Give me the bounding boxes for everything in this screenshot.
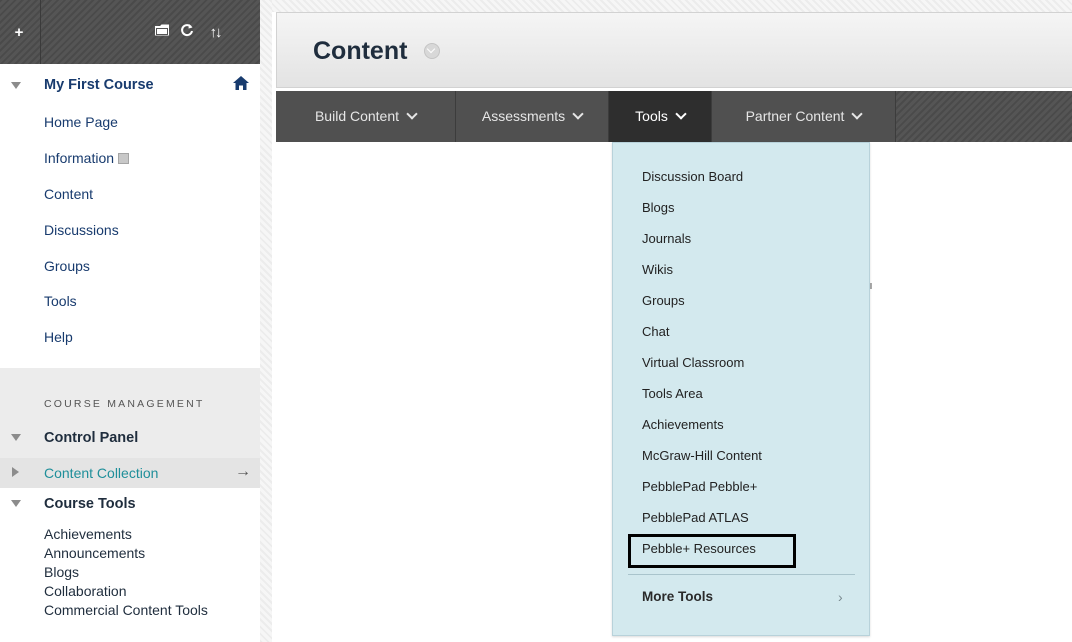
dropdown-item-blogs[interactable]: Blogs (642, 200, 675, 215)
tab-label: Partner Content (745, 108, 845, 124)
dropdown-item-tools-area[interactable]: Tools Area (642, 386, 703, 401)
chevron-down-icon (675, 108, 687, 120)
collapse-triangle-icon[interactable] (11, 434, 21, 441)
menu-item-information-label: Information (44, 150, 115, 166)
menu-resize-edge[interactable] (260, 0, 272, 642)
course-tools-label[interactable]: Course Tools (44, 496, 136, 512)
course-title-row[interactable]: My First Course (0, 70, 260, 100)
dropdown-item-pebblepad-atlas[interactable]: PebblePad ATLAS (642, 510, 749, 525)
course-tool-item[interactable]: Blogs (44, 564, 79, 580)
tab-assessments[interactable]: Assessments (456, 91, 609, 142)
course-tools-section: Course Tools Achievements Announcements … (0, 490, 260, 642)
menu-item-content[interactable]: Content (44, 186, 93, 202)
menu-item-information[interactable]: Information (44, 150, 130, 166)
dropdown-item-journals[interactable]: Journals (642, 231, 691, 246)
add-menu-item-button[interactable]: + (8, 22, 30, 44)
control-panel-label[interactable]: Control Panel (44, 430, 138, 446)
empty-content-icon (118, 153, 130, 164)
toolbar-divider (40, 0, 41, 64)
dropdown-item-wikis[interactable]: Wikis (642, 262, 673, 277)
tab-partner-content[interactable]: Partner Content (712, 91, 896, 142)
chevron-down-icon (406, 108, 418, 120)
chevron-down-icon (572, 108, 584, 120)
collapse-triangle-icon[interactable] (11, 500, 21, 507)
tab-label: Tools (635, 108, 668, 124)
dropdown-item-groups[interactable]: Groups (642, 293, 685, 308)
home-icon[interactable] (232, 74, 250, 92)
course-management-panel: COURSE MANAGEMENT Control Panel Content … (0, 368, 260, 488)
page-title: Content (313, 37, 408, 65)
course-management-heading: COURSE MANAGEMENT (44, 398, 205, 410)
course-tool-item[interactable]: Commercial Content Tools (44, 602, 208, 618)
main-top-strip (272, 0, 1072, 12)
dropdown-item-pebblepad-pebble[interactable]: PebblePad Pebble+ (642, 479, 757, 494)
course-tool-item[interactable]: Collaboration (44, 583, 127, 599)
background-fragment (870, 283, 872, 289)
dropdown-divider (628, 574, 855, 575)
dropdown-item-virtual-classroom[interactable]: Virtual Classroom (642, 355, 744, 370)
tab-build-content[interactable]: Build Content (276, 91, 456, 142)
tools-dropdown-menu: Discussion Board Blogs Journals Wikis Gr… (612, 142, 870, 636)
course-tool-item[interactable]: Achievements (44, 526, 132, 542)
sort-icon[interactable]: ↑↓ (204, 22, 226, 44)
page-options-chevron-icon[interactable] (424, 43, 440, 59)
more-tools-item[interactable]: More Tools (642, 589, 713, 604)
course-menu-toolbar: + ↑↓ (0, 0, 260, 64)
menu-item-discussions[interactable]: Discussions (44, 222, 119, 238)
expand-triangle-icon[interactable] (12, 467, 19, 477)
menu-item-home-page[interactable]: Home Page (44, 114, 118, 130)
dropdown-item-chat[interactable]: Chat (642, 324, 669, 339)
page-header: Content (276, 12, 1072, 88)
collapse-triangle-icon[interactable] (11, 82, 21, 89)
folder-icon[interactable] (152, 22, 172, 44)
chevron-down-icon (851, 108, 864, 120)
tab-label: Build Content (314, 108, 400, 124)
menu-item-tools[interactable]: Tools (44, 293, 77, 309)
menu-item-groups[interactable]: Groups (44, 258, 90, 274)
tab-label: Assessments (481, 108, 566, 124)
content-collection-link[interactable]: Content Collection (44, 465, 158, 481)
content-collection-row[interactable]: Content Collection → (0, 458, 260, 488)
dropdown-item-achievements[interactable]: Achievements (642, 417, 724, 432)
tab-tools[interactable]: Tools (609, 91, 712, 142)
course-menu: + ↑↓ My First Course Home Page Informati… (0, 0, 260, 642)
action-bar: Build Content Assessments Tools Partner … (276, 91, 1072, 142)
refresh-icon[interactable] (177, 22, 197, 44)
dropdown-item-discussion-board[interactable]: Discussion Board (642, 169, 743, 184)
dropdown-item-mcgraw-hill-content[interactable]: McGraw-Hill Content (642, 448, 762, 463)
chevron-right-icon[interactable]: › (838, 589, 843, 605)
course-title[interactable]: My First Course (44, 77, 154, 93)
menu-item-help[interactable]: Help (44, 329, 73, 345)
course-tools-row[interactable]: Course Tools (0, 490, 260, 520)
course-tool-item[interactable]: Announcements (44, 545, 145, 561)
highlight-box (628, 534, 796, 568)
control-panel-row[interactable]: Control Panel (0, 424, 260, 454)
arrow-right-icon[interactable]: → (235, 463, 251, 481)
